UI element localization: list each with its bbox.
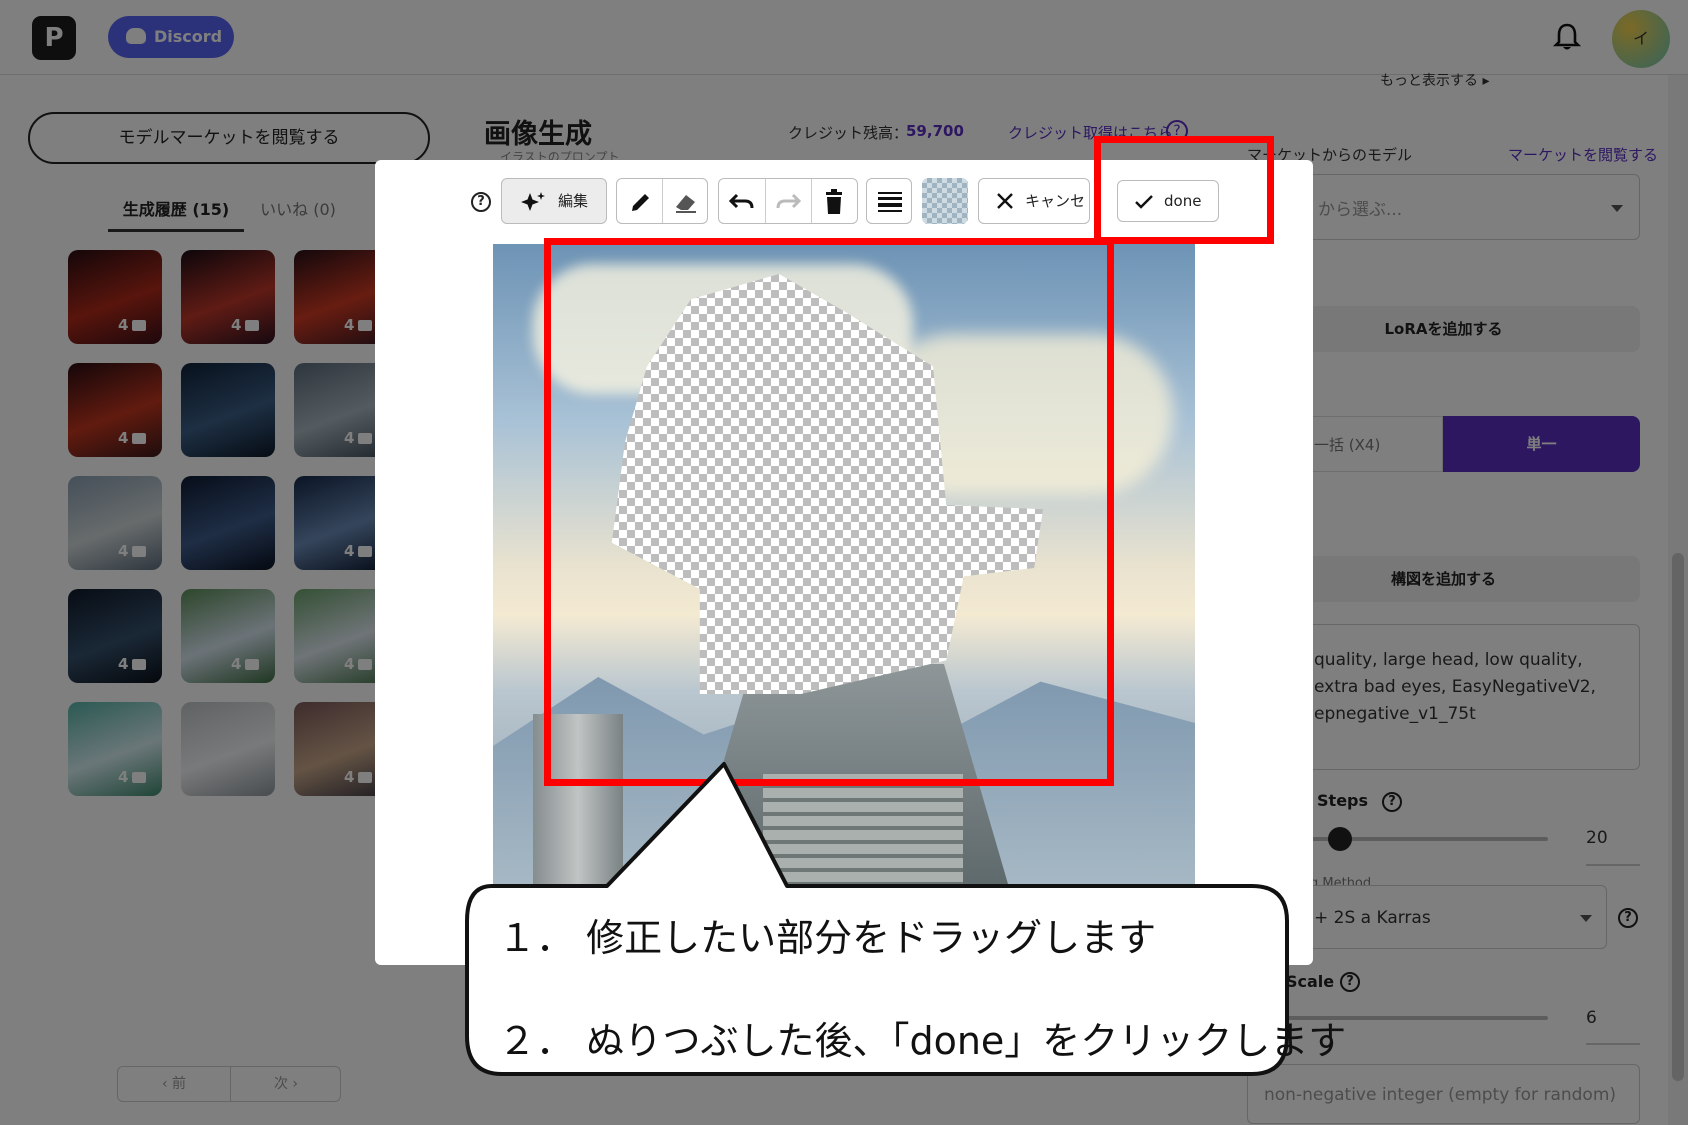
- close-icon: [997, 193, 1013, 209]
- cancel-button[interactable]: キャンセル: [978, 178, 1090, 254]
- trash-icon[interactable]: [823, 189, 845, 215]
- annotation-box-canvas: [544, 238, 1114, 786]
- draw-tools-group: [616, 178, 708, 224]
- redo-icon[interactable]: [775, 191, 801, 213]
- toolbar-divider: [811, 179, 812, 223]
- annotation-box-done: [1094, 136, 1274, 244]
- brush-size-button[interactable]: [866, 178, 912, 224]
- edit-label: 編集: [558, 192, 589, 210]
- history-tools-group: [718, 178, 858, 224]
- edit-button[interactable]: 編集: [501, 178, 607, 224]
- callout-step-2: ２． ぬりつぶした後、「done」をクリックします: [498, 1019, 1347, 1063]
- eraser-icon[interactable]: [673, 190, 699, 214]
- mask-pattern-swatch[interactable]: [922, 178, 968, 224]
- line-weight-icon: [878, 192, 902, 212]
- editor-help-icon[interactable]: ?: [471, 192, 491, 212]
- toolbar-divider: [662, 179, 663, 223]
- undo-icon[interactable]: [729, 191, 755, 213]
- sparkle-icon: [521, 192, 545, 211]
- toolbar-divider: [765, 179, 766, 223]
- pencil-icon[interactable]: [629, 190, 653, 214]
- callout-step-1: １． 修正したい部分をドラッグします: [498, 916, 1157, 960]
